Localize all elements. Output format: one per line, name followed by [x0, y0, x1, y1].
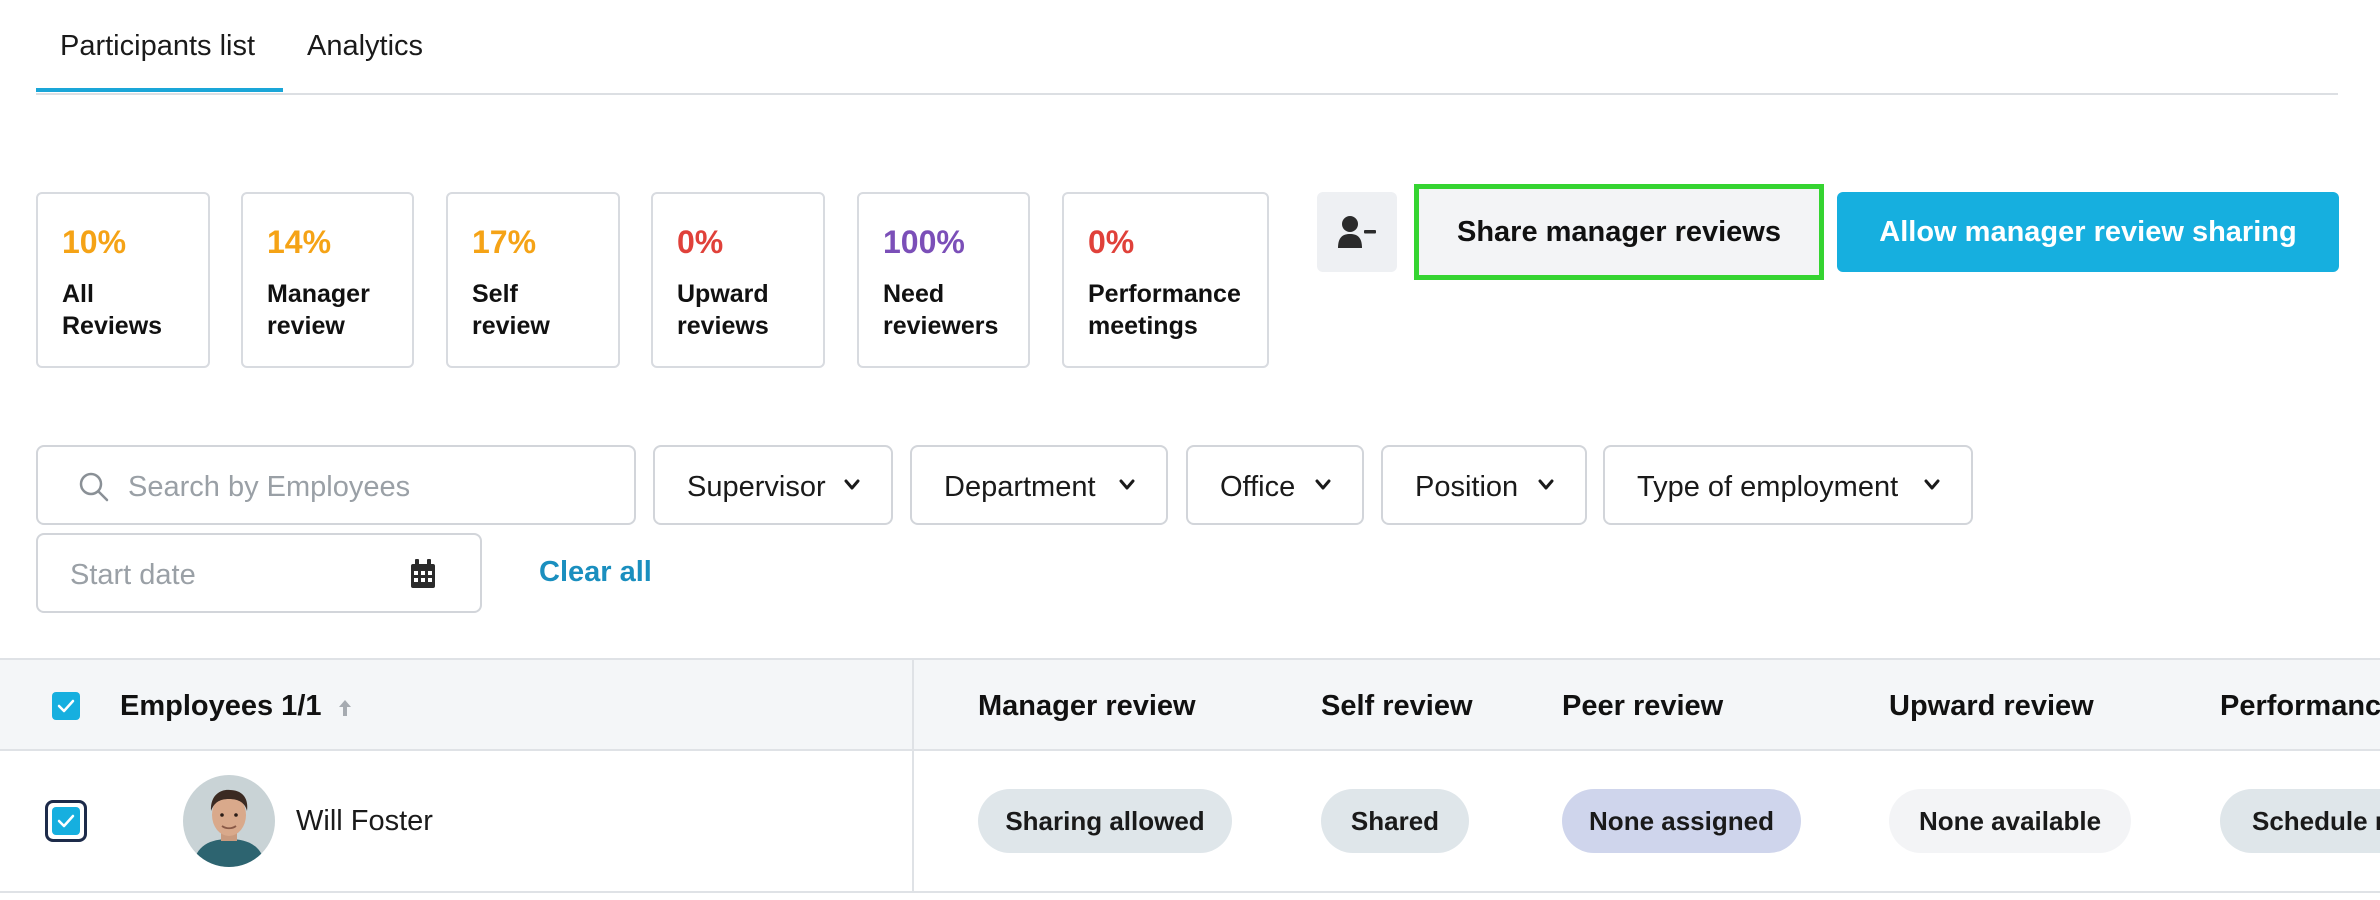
search-field[interactable]: Search by Employees: [36, 445, 636, 525]
upward-review-status-pill: None available: [1889, 789, 2131, 853]
stat-percent: 14%: [267, 224, 332, 260]
checkmark-icon: [57, 814, 75, 828]
column-header-self-review[interactable]: Self review: [1321, 690, 1473, 723]
stat-card-need-reviewers[interactable]: 100% Need reviewers: [857, 192, 1030, 368]
stat-percent: 100%: [883, 224, 965, 260]
dropdown-label: Type of employment: [1637, 471, 1899, 503]
stat-card-self-review[interactable]: 17% Self review: [446, 192, 620, 368]
stat-card-manager-review[interactable]: 14% Manager review: [241, 192, 414, 368]
start-date-input[interactable]: Start date: [70, 559, 196, 592]
stat-card-all-reviews[interactable]: 10% All Reviews: [36, 192, 210, 368]
office-dropdown[interactable]: Office: [1186, 445, 1364, 525]
stat-percent: 0%: [1088, 224, 1135, 260]
avatar: [183, 775, 275, 867]
search-icon: [79, 472, 109, 502]
allow-manager-review-sharing-button[interactable]: Allow manager review sharing: [1837, 192, 2339, 272]
share-manager-reviews-button[interactable]: Share manager reviews: [1414, 184, 1824, 280]
select-all-checkbox[interactable]: [52, 692, 80, 720]
performance-status-pill[interactable]: Schedule meeting: [2220, 789, 2380, 853]
chevron-down-icon: [1119, 479, 1135, 490]
supervisor-dropdown[interactable]: Supervisor: [653, 445, 893, 525]
manager-review-status-pill[interactable]: Sharing allowed: [978, 789, 1232, 853]
search-input[interactable]: Search by Employees: [128, 471, 410, 504]
clear-all-link[interactable]: Clear all: [539, 556, 652, 589]
table-header: Employees 1/1 Manager review Self review…: [0, 658, 2380, 751]
checkmark-icon: [57, 699, 75, 713]
user-minus-icon: [1338, 216, 1376, 248]
column-header-upward-review[interactable]: Upward review: [1889, 690, 2094, 723]
employee-name[interactable]: Will Foster: [296, 805, 433, 838]
peer-review-status-pill[interactable]: None assigned: [1562, 789, 1801, 853]
stat-label: Upward reviews: [677, 280, 769, 340]
stat-percent: 10%: [62, 224, 127, 260]
type-of-employment-dropdown[interactable]: Type of employment: [1603, 445, 1973, 525]
column-header-performance[interactable]: Performance: [2220, 690, 2380, 723]
stat-label: Self review: [472, 280, 550, 340]
column-header-peer-review[interactable]: Peer review: [1562, 690, 1723, 723]
row-checkbox[interactable]: [45, 800, 87, 842]
dropdown-label: Office: [1220, 471, 1296, 503]
department-dropdown[interactable]: Department: [910, 445, 1168, 525]
tab-analytics[interactable]: Analytics: [307, 30, 423, 63]
stat-label: All Reviews: [62, 280, 163, 340]
dropdown-label: Supervisor: [687, 471, 826, 503]
chevron-down-icon: [1924, 479, 1940, 490]
sort-ascending-icon[interactable]: [336, 698, 354, 718]
stat-percent: 0%: [677, 224, 724, 260]
table-row[interactable]: Will Foster Sharing allowed Shared None …: [0, 751, 2380, 893]
row-checkbox-fill: [52, 807, 80, 835]
stat-label: Manager review: [267, 280, 370, 340]
column-header-employees[interactable]: Employees 1/1: [120, 690, 322, 723]
tab-bar: Participants list Analytics: [36, 0, 2338, 95]
position-dropdown[interactable]: Position: [1381, 445, 1587, 525]
self-review-status-pill[interactable]: Shared: [1321, 789, 1469, 853]
stat-label: Need reviewers: [883, 280, 999, 340]
dropdown-label: Position: [1415, 471, 1519, 503]
stat-card-upward-reviews[interactable]: 0% Upward reviews: [651, 192, 825, 368]
dropdown-label: Department: [944, 471, 1096, 503]
chevron-down-icon: [844, 479, 860, 490]
chevron-down-icon: [1538, 479, 1554, 490]
start-date-field[interactable]: Start date: [36, 533, 482, 613]
remove-participant-button[interactable]: [1317, 192, 1397, 272]
stat-card-performance-meetings[interactable]: 0% Performance meetings: [1062, 192, 1269, 368]
column-header-manager-review[interactable]: Manager review: [978, 690, 1196, 723]
stat-percent: 17%: [472, 224, 537, 260]
active-tab-indicator: [36, 88, 283, 92]
calendar-icon[interactable]: [410, 559, 436, 589]
tab-participants-list[interactable]: Participants list: [60, 30, 255, 63]
chevron-down-icon: [1315, 479, 1331, 490]
stat-label: Performance meetings: [1088, 280, 1241, 340]
column-divider: [912, 658, 914, 893]
